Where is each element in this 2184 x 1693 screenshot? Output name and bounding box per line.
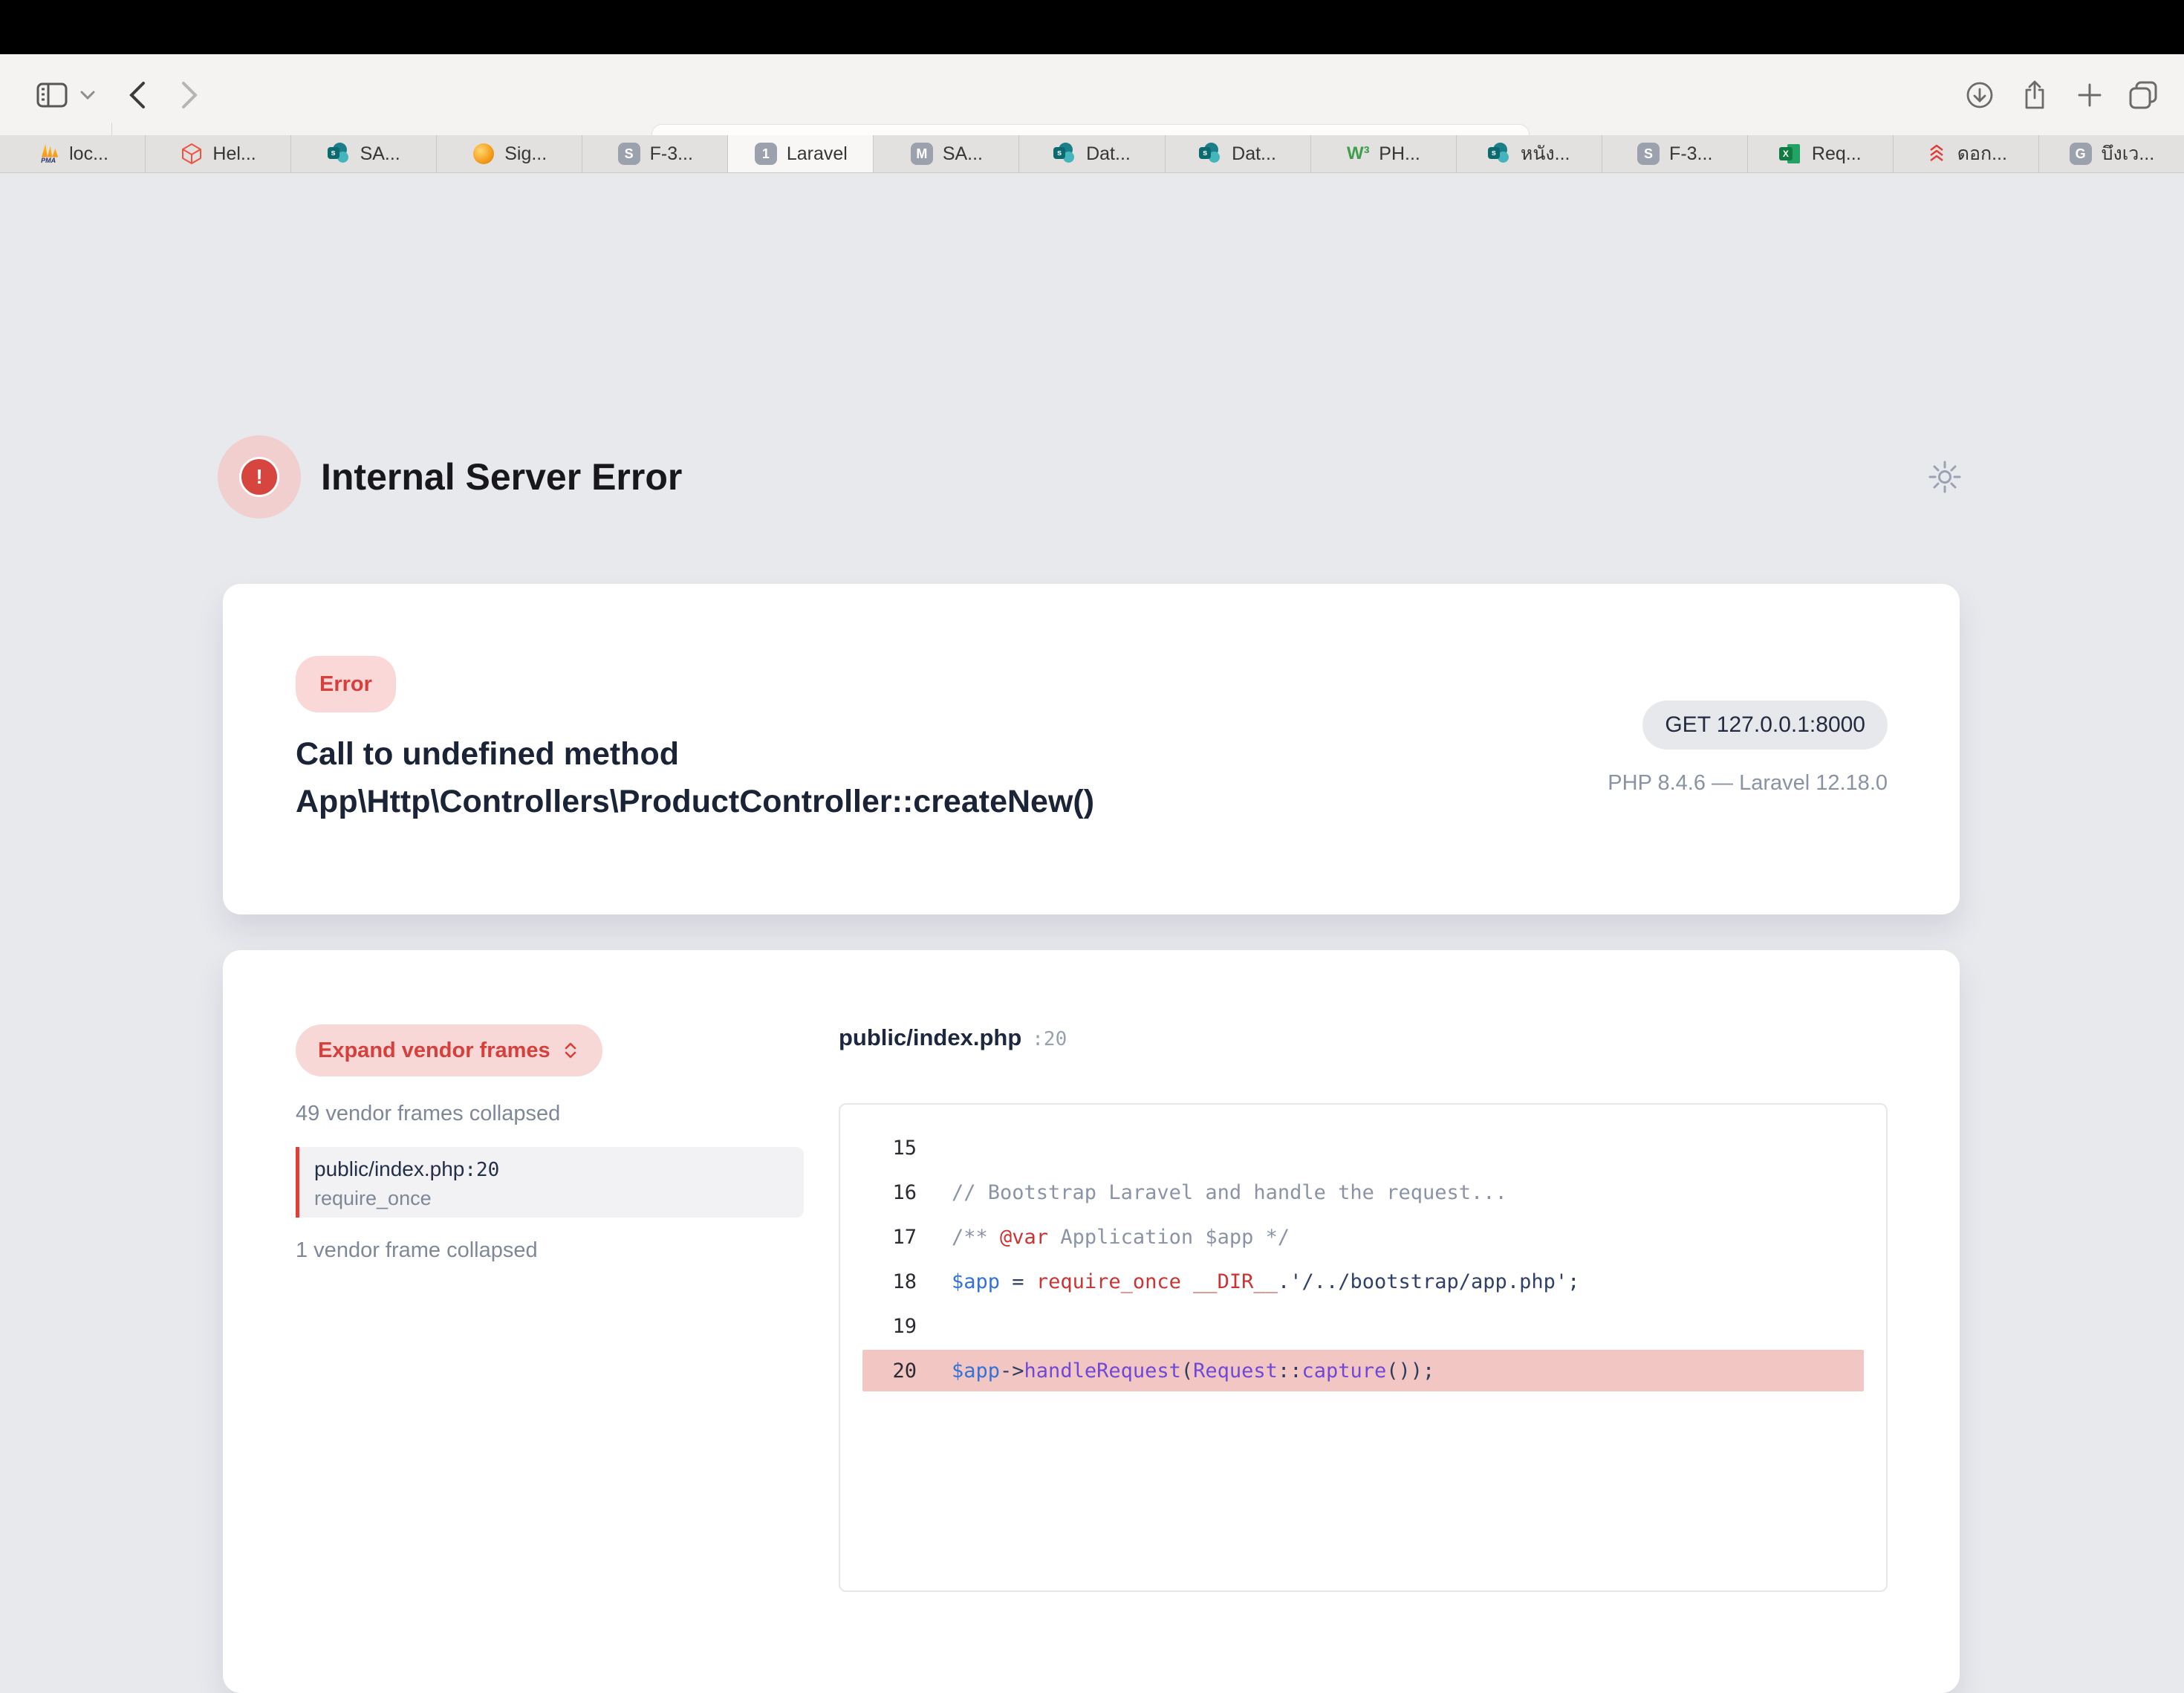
downloads-icon[interactable] xyxy=(1961,54,1998,135)
w3schools-icon: W³ xyxy=(1346,142,1370,166)
sidebar-toggle-icon[interactable] xyxy=(33,54,71,135)
vendor-frames-collapsed-bottom: 1 vendor frame collapsed xyxy=(296,1238,538,1263)
back-button[interactable] xyxy=(120,54,155,135)
exception-card: Error Call to undefined method App\Http\… xyxy=(223,584,1960,914)
tab-laravel-active[interactable]: 1 Laravel xyxy=(728,135,874,172)
stacktrace-card: Expand vendor frames 49 vendor frames co… xyxy=(223,950,1960,1693)
code-line: 15 xyxy=(840,1125,1886,1170)
code-line: 20$app->handleRequest(Request::capture()… xyxy=(840,1348,1886,1393)
tab-f3-2[interactable]: S F-3... xyxy=(1602,135,1748,172)
tab-overview-icon[interactable] xyxy=(2123,54,2163,135)
letter-m-icon: M xyxy=(910,142,934,166)
orange-globe-icon xyxy=(472,142,495,166)
code-line: 19 xyxy=(840,1304,1886,1348)
tab-dat-1[interactable]: s Dat... xyxy=(1019,135,1165,172)
expand-vendor-frames-button[interactable]: Expand vendor frames xyxy=(296,1024,602,1076)
number-1-icon: 1 xyxy=(754,142,778,166)
code-line: 16// Bootstrap Laravel and handle the re… xyxy=(840,1170,1886,1215)
letter-s-icon: S xyxy=(617,142,641,166)
browser-toolbar: 127.0.0.1 A ก xyxy=(0,54,2184,135)
sharepoint-icon: s xyxy=(1053,142,1077,166)
tab-localhost[interactable]: PMA loc... xyxy=(0,135,146,172)
tab-php-w3[interactable]: W³ PH... xyxy=(1311,135,1457,172)
version-info: PHP 8.4.6 — Laravel 12.18.0 xyxy=(1608,771,1888,796)
tab-thai-2[interactable]: ดอก... xyxy=(1894,135,2039,172)
code-file-header: public/index.php :20 xyxy=(839,1024,1067,1051)
tab-helpdesk[interactable]: Hel... xyxy=(146,135,291,172)
frame-file-label: public/index.php:20 xyxy=(314,1157,804,1181)
forward-button[interactable] xyxy=(172,54,207,135)
exception-message: Call to undefined method App\Http\Contro… xyxy=(296,730,1410,825)
code-snippet-panel[interactable]: 1516// Bootstrap Laravel and handle the … xyxy=(839,1103,1888,1592)
tab-bar: PMA loc... Hel... s SA... Sig... S F-3..… xyxy=(0,135,2184,173)
chevron-down-icon[interactable] xyxy=(77,54,98,135)
code-file-line: :20 xyxy=(1032,1028,1067,1050)
menubar-strip xyxy=(0,0,2184,54)
tab-thai-1[interactable]: s หนัง... xyxy=(1457,135,1602,172)
tab-thai-3[interactable]: G บึงเว... xyxy=(2039,135,2184,172)
letter-g-icon: G xyxy=(2069,142,2093,166)
code-file-name: public/index.php xyxy=(839,1024,1021,1051)
theme-toggle-sun-icon[interactable] xyxy=(1927,459,1963,495)
frame-method-label: require_once xyxy=(314,1187,804,1210)
red-chevrons-icon xyxy=(1925,142,1949,166)
tab-sa-m[interactable]: M SA... xyxy=(874,135,1019,172)
tab-f3-1[interactable]: S F-3... xyxy=(582,135,728,172)
tab-sharepoint-1[interactable]: s SA... xyxy=(291,135,437,172)
code-line: 18$app = require_once __DIR__.'/../boots… xyxy=(840,1259,1886,1304)
expand-chevrons-icon xyxy=(561,1040,580,1061)
tab-dat-2[interactable]: s Dat... xyxy=(1166,135,1311,172)
letter-s-icon: S xyxy=(1637,142,1660,166)
share-icon[interactable] xyxy=(2016,54,2053,135)
page-title: Internal Server Error xyxy=(321,455,682,498)
sharepoint-icon: s xyxy=(1488,142,1512,166)
code-lines: 1516// Bootstrap Laravel and handle the … xyxy=(840,1125,1886,1393)
page-background: ! Internal Server Error Error Call to un… xyxy=(0,173,2184,1420)
sharepoint-icon: s xyxy=(1199,142,1223,166)
phpmyadmin-icon: PMA xyxy=(36,142,60,166)
error-type-badge: Error xyxy=(296,656,396,712)
error-circle-icon: ! xyxy=(218,435,301,519)
laravel-icon xyxy=(180,142,204,166)
vendor-frames-collapsed-top: 49 vendor frames collapsed xyxy=(296,1102,560,1126)
stack-frame-item[interactable]: public/index.php:20 require_once xyxy=(296,1147,804,1218)
tab-req-excel[interactable]: X Req... xyxy=(1748,135,1894,172)
excel-icon: X xyxy=(1779,142,1803,166)
sharepoint-icon: s xyxy=(328,142,351,166)
request-method-badge: GET 127.0.0.1:8000 xyxy=(1642,701,1888,750)
code-line: 17/** @var Application $app */ xyxy=(840,1215,1886,1259)
tab-sig[interactable]: Sig... xyxy=(437,135,582,172)
new-tab-icon[interactable] xyxy=(2071,54,2108,135)
